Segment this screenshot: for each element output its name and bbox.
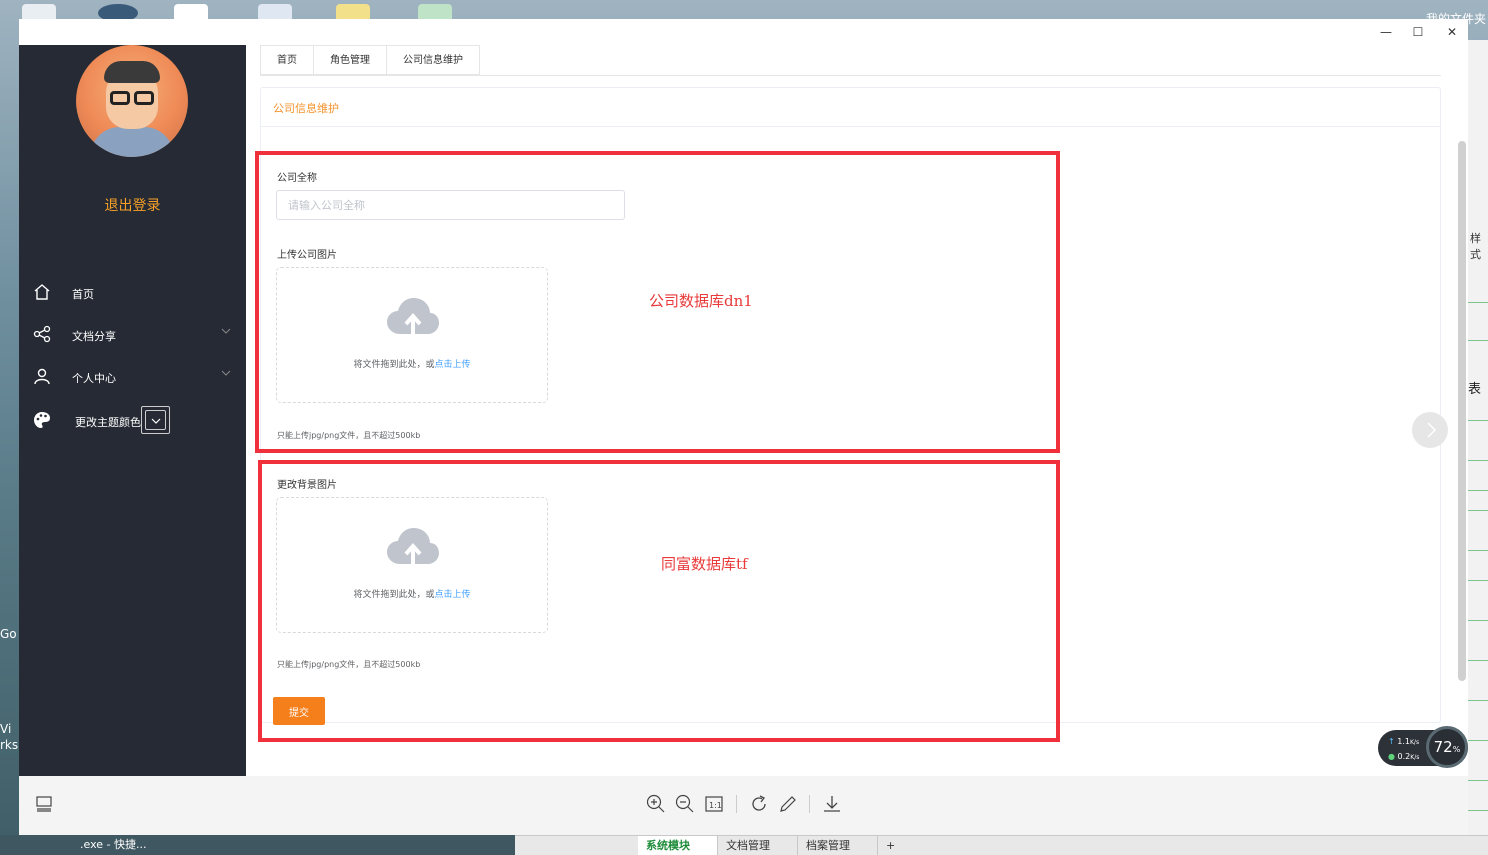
excel-ribbon-text: 样式 <box>1470 232 1481 261</box>
title-bar: — ☐ ✕ <box>19 19 1468 45</box>
chevron-down-icon <box>221 370 231 376</box>
chevron-down-icon <box>221 328 231 334</box>
upload-rate: ↑ 1.1K/s <box>1388 737 1420 746</box>
scrollbar[interactable] <box>1458 141 1466 681</box>
card-header: 公司信息维护 <box>261 88 1440 127</box>
card-title: 公司信息维护 <box>273 102 339 115</box>
share-icon <box>33 325 51 343</box>
svg-text:1:1: 1:1 <box>709 801 722 810</box>
sidebar-item-label: 个人中心 <box>72 372 116 385</box>
tab-bar: 首页 角色管理 公司信息维护 <box>260 45 480 75</box>
add-sheet-button[interactable]: + <box>878 836 903 855</box>
home-icon <box>34 284 50 300</box>
close-button[interactable]: ✕ <box>1442 24 1462 40</box>
palette-icon <box>34 412 50 428</box>
taskbar-item[interactable]: .exe - 快捷... <box>80 835 146 855</box>
avatar[interactable] <box>76 45 188 157</box>
rotate-icon[interactable] <box>748 793 770 815</box>
excel-right-strip: 样式 表 <box>1468 40 1488 835</box>
sheet-tab-docs[interactable]: 文档管理 <box>718 836 798 855</box>
sidebar-item-label: 首页 <box>72 288 94 301</box>
network-speed-widget[interactable]: ↑ 1.1K/s ● 0.2K/s 72% <box>1378 726 1468 768</box>
minimize-button[interactable]: — <box>1376 24 1396 40</box>
sidebar-item-profile[interactable]: 个人中心 <box>19 357 246 397</box>
user-icon <box>34 368 50 385</box>
memory-usage-gauge: 72% <box>1426 726 1468 768</box>
theme-color-picker[interactable] <box>141 406 170 434</box>
excel-sheet-bar: 系统模块 文档管理 档案管理 + <box>515 835 1488 855</box>
tab-role-management[interactable]: 角色管理 <box>314 45 387 75</box>
edit-icon[interactable] <box>777 793 799 815</box>
annotation-box <box>258 460 1060 742</box>
sidebar-item-label: 文档分享 <box>72 330 116 343</box>
image-viewer-window: — ☐ ✕ 退出登录 首页 文档分享 个人中心 更改主题颜色 首页 角色管理 公… <box>19 19 1468 835</box>
annotation-label: 同富数据库tf <box>661 555 748 573</box>
zoom-in-icon[interactable] <box>645 793 667 815</box>
chevron-right-icon <box>1427 422 1437 438</box>
zoom-out-icon[interactable] <box>674 793 696 815</box>
chevron-down-icon <box>151 418 161 424</box>
viewer-toolbar: 1:1 <box>19 776 1468 835</box>
desktop-side-label: rks <box>0 738 19 752</box>
sidebar: 退出登录 首页 文档分享 个人中心 更改主题颜色 <box>19 45 246 776</box>
download-icon[interactable] <box>821 793 843 815</box>
tab-company-info[interactable]: 公司信息维护 <box>387 45 480 75</box>
desktop-side-label: Go <box>0 627 17 641</box>
sidebar-item-home[interactable]: 首页 <box>19 273 246 313</box>
next-image-button[interactable] <box>1412 412 1448 448</box>
main-content: 首页 角色管理 公司信息维护 公司信息维护 公司全称 上传公司图片 将文件拖到此… <box>246 45 1468 776</box>
sidebar-item-doc-share[interactable]: 文档分享 <box>19 315 246 355</box>
logout-link[interactable]: 退出登录 <box>19 195 246 215</box>
download-rate: ● 0.2K/s <box>1388 752 1420 761</box>
sheet-tab-system[interactable]: 系统模块 <box>638 836 718 855</box>
tab-home[interactable]: 首页 <box>261 45 314 75</box>
sheet-tab-archive[interactable]: 档案管理 <box>798 836 878 855</box>
sidebar-item-theme[interactable]: 更改主题颜色 <box>19 401 246 441</box>
thumbnail-icon[interactable] <box>34 793 56 815</box>
desktop-side-label: Vi <box>0 722 12 736</box>
actual-size-icon[interactable]: 1:1 <box>703 793 725 815</box>
maximize-button[interactable]: ☐ <box>1408 24 1428 40</box>
annotation-label: 公司数据库dn1 <box>649 292 753 310</box>
excel-cell-text: 表 <box>1468 382 1482 397</box>
sidebar-item-label: 更改主题颜色 <box>75 416 141 429</box>
